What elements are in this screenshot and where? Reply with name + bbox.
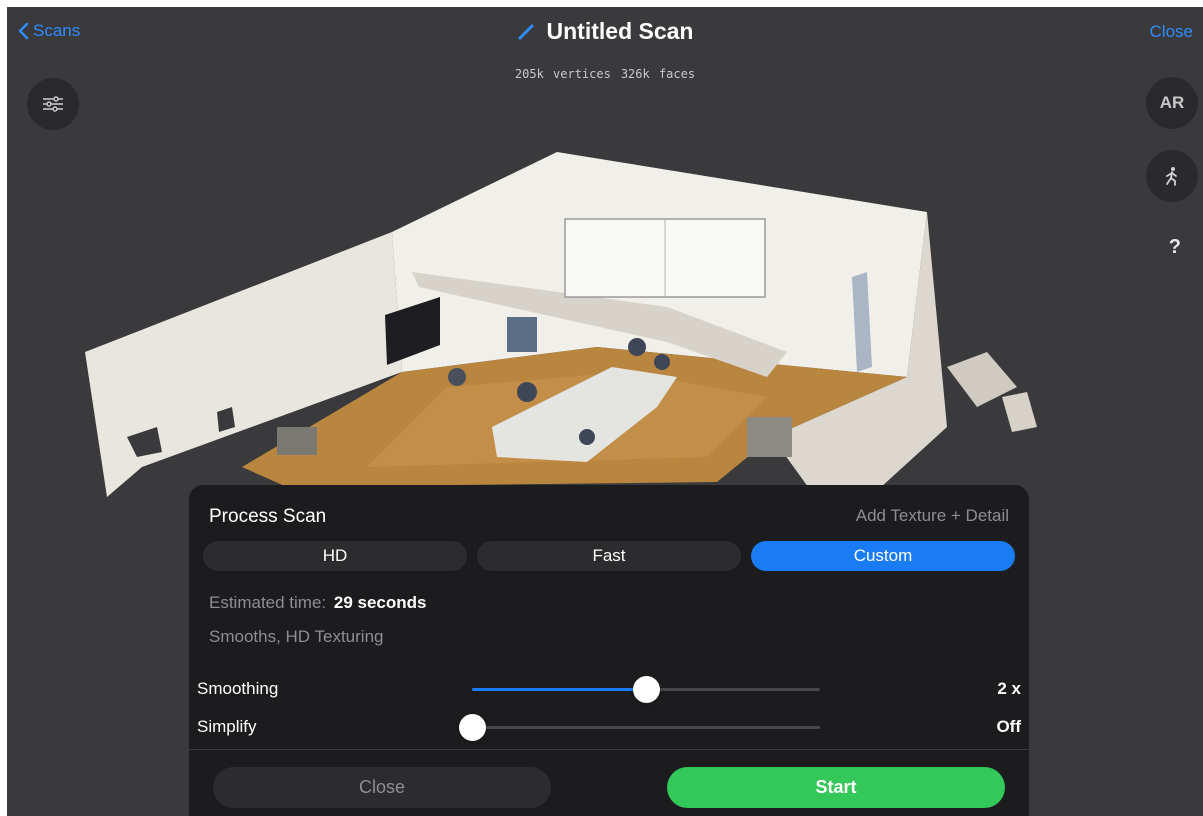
simplify-slider-thumb[interactable] [459,714,486,741]
face-count: 326k faces [620,67,696,81]
smoothing-slider[interactable] [472,676,820,703]
walkthrough-button[interactable] [1146,150,1198,202]
mode-custom-button[interactable]: Custom [751,541,1015,571]
simplify-slider[interactable] [459,714,820,741]
mode-fast-button[interactable]: Fast [477,541,741,571]
mode-hd-button[interactable]: HD [203,541,467,571]
vertex-count: 205k vertices [514,67,611,81]
add-texture-detail-button[interactable]: Add Texture + Detail [856,506,1009,526]
process-scan-panel: Process Scan Add Texture + Detail HD Fas… [189,485,1029,816]
panel-divider [189,749,1029,750]
simplify-label: Simplify [197,717,257,736]
scan-title[interactable]: Untitled Scan [7,18,1203,45]
estimated-time: Estimated time: 29 seconds [209,593,427,613]
filter-settings-button[interactable] [27,78,79,130]
estimated-time-value: 29 seconds [333,593,427,612]
close-button[interactable]: Close [1150,22,1193,42]
ar-view-button[interactable]: AR [1146,77,1198,129]
simplify-value: Off [996,717,1021,736]
smoothing-label: Smoothing [197,679,279,698]
walking-person-icon [1166,167,1177,186]
panel-title: Process Scan [209,506,327,527]
smoothing-slider-thumb[interactable] [633,676,660,703]
mesh-stats: 205k vertices 326k faces [7,67,1203,81]
sliders-icon [43,96,63,112]
process-description: Smooths, HD Texturing [209,627,384,646]
start-button[interactable]: Start [667,767,1005,808]
smoothing-value: 2 x [997,679,1021,698]
smoothing-slider-fill [472,688,646,691]
panel-close-button[interactable]: Close [213,767,551,808]
page-title: Untitled Scan [546,18,694,44]
pencil-icon [518,24,534,39]
scan-viewer: Scans Untitled Scan Close 205k vertices 3… [7,7,1203,816]
help-button[interactable]: ? [1169,236,1181,259]
ar-label: AR [1159,93,1185,112]
estimated-time-label: Estimated time: [209,593,327,612]
